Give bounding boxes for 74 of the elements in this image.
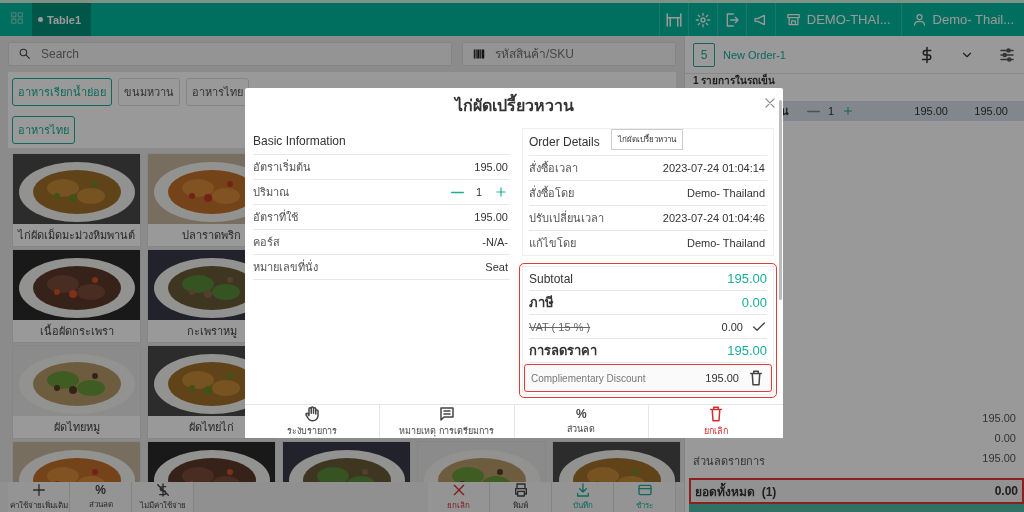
printer-icon[interactable] [512,482,529,498]
totals-label: การลดราคา [529,342,597,360]
item-price: 195.00 [913,105,948,117]
store-icon [785,12,801,27]
product-card[interactable]: เนื้อผัดกระเพรา [12,249,141,343]
item-quantity: 1 [828,105,835,117]
total-value: 0.00 [994,484,1018,498]
discount-value: 195.00 [705,372,739,384]
dialog-title: ไก่ผัดเปรี้ยวหวาน [454,92,574,118]
summary-label: ส่วนลดรายการ [693,454,765,469]
download-icon[interactable] [574,482,591,498]
search-field[interactable]: Search [8,42,452,66]
section-heading: Order Details [529,134,600,151]
sku-field[interactable]: รหัสสินค้า/SKU [462,42,676,66]
product-card[interactable]: ผัดไทยหมู [12,345,141,439]
discount-label: Compliementary Discount [531,372,646,384]
field-value: Seat [485,261,508,273]
totals-label: Subtotal [529,271,574,286]
section-heading: Basic Information [253,133,346,150]
field-value: 2023-07-24 01:04:14 [662,162,765,174]
plus-icon[interactable] [30,482,47,498]
barcode-icon [472,47,486,61]
field-value: Demo- Thailand [686,187,765,199]
item-total: 195.00 [973,105,1008,117]
card-icon[interactable] [636,482,653,498]
minus-icon [450,190,464,194]
field-value: 195.00 [474,161,508,173]
totals-value: 0.00 [741,295,767,310]
total-label: ยอดทั้งหมด (1) [695,481,777,501]
field-value: 195.00 [474,211,508,223]
field-label: สั่งซื้อโดย [529,184,574,201]
category-tab[interactable]: อาหารไทย [186,78,249,106]
tax-value: 0.00 [721,320,743,333]
totals-value: 195.00 [727,343,767,358]
dialog-action[interactable]: ระงับรายการ [245,405,380,438]
quantity-value: 1 [475,186,482,198]
field-label: ปรับเปลี่ยนเวลา [529,209,604,226]
field-value: -N/A- [482,236,508,248]
cart-summary: 1 รายการในรถเข็น [692,74,777,88]
close-icon [763,96,777,110]
trash-icon[interactable] [747,369,765,387]
search-icon [18,47,31,60]
user-icon [911,12,927,27]
increase-button[interactable] [494,185,508,199]
action-button[interactable]: ค่าใช้จ่ายเพิ่มเติม [8,482,70,512]
decrease-button[interactable] [450,190,464,194]
message-icon[interactable] [437,405,456,423]
order-count: 5 [693,42,715,67]
action-button[interactable]: ยกเลิก [428,482,490,512]
scroll-thumb[interactable] [779,100,782,300]
tax-label: VAT ( 15 % ) [529,320,591,333]
table-tab[interactable]: Table1 [32,3,92,36]
hand-icon[interactable] [302,405,321,423]
minus-icon[interactable] [807,109,820,113]
summary-value: 0.00 [994,432,1016,444]
action-button[interactable]: ไม่มีค่าใช้จ่าย [132,482,194,512]
product-card[interactable]: ไก่ผัดเม็ดมะม่วงหิมพานต์ [12,153,141,247]
field-label: สั่งซื้อเวลา [529,159,578,176]
tooltip: ไก่ผัดเปรี้ยวหวาน [611,129,683,150]
field-label: แก้ไขโดย [529,236,576,251]
action-button[interactable]: % ส่วนลด [70,482,132,512]
sliders-icon[interactable] [998,45,1016,64]
field-value: Demo- Thailand [686,237,765,249]
totals-value: 195.00 [727,271,767,286]
action-button[interactable]: พิมพ์ [490,482,552,512]
category-tab[interactable]: ขนมหวาน [118,78,180,106]
no-dollar-icon[interactable] [154,482,171,498]
summary-value: 195.00 [982,452,1016,466]
table-icon[interactable] [664,10,683,29]
settings-icon[interactable] [694,11,711,28]
totals-label: ภาษี [529,294,554,312]
plus-icon [494,185,508,199]
summary-value: 195.00 [982,412,1016,424]
field-value: 2023-07-24 01:04:46 [662,212,765,224]
